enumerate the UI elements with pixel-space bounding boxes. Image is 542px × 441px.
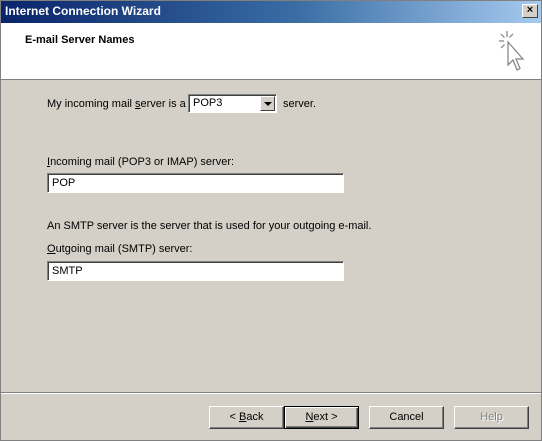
incoming-type-suffix: server. bbox=[283, 98, 317, 110]
form-area: My incoming mail server is a POP3 server… bbox=[1, 82, 541, 393]
page-title: E-mail Server Names bbox=[25, 34, 135, 46]
incoming-type-label: My incoming mail server is a bbox=[47, 98, 186, 110]
title-bar[interactable]: Internet Connection Wizard × bbox=[1, 1, 541, 23]
next-button[interactable]: Next > bbox=[284, 406, 359, 429]
chevron-down-icon[interactable] bbox=[260, 96, 275, 111]
cancel-button[interactable]: Cancel bbox=[369, 406, 444, 429]
wizard-header: E-mail Server Names bbox=[1, 23, 541, 80]
incoming-server-field[interactable] bbox=[47, 173, 344, 193]
footer-divider bbox=[1, 392, 541, 394]
close-button[interactable]: × bbox=[522, 4, 538, 18]
smtp-info-text: An SMTP server is the server that is use… bbox=[47, 220, 372, 232]
outgoing-server-field[interactable] bbox=[47, 261, 344, 281]
back-button[interactable]: < Back bbox=[209, 406, 284, 429]
incoming-server-label: Incoming mail (POP3 or IMAP) server: bbox=[47, 156, 235, 168]
help-button[interactable]: Help bbox=[454, 406, 529, 429]
incoming-server-type-value: POP3 bbox=[193, 97, 223, 109]
outgoing-server-label: Outgoing mail (SMTP) server: bbox=[47, 243, 193, 255]
wizard-cursor-sparkle-icon bbox=[499, 31, 525, 71]
close-icon: × bbox=[526, 4, 534, 16]
incoming-server-type-select[interactable]: POP3 bbox=[188, 94, 277, 113]
wizard-window: Internet Connection Wizard × E-mail Serv… bbox=[0, 0, 542, 441]
window-title: Internet Connection Wizard bbox=[5, 4, 161, 18]
